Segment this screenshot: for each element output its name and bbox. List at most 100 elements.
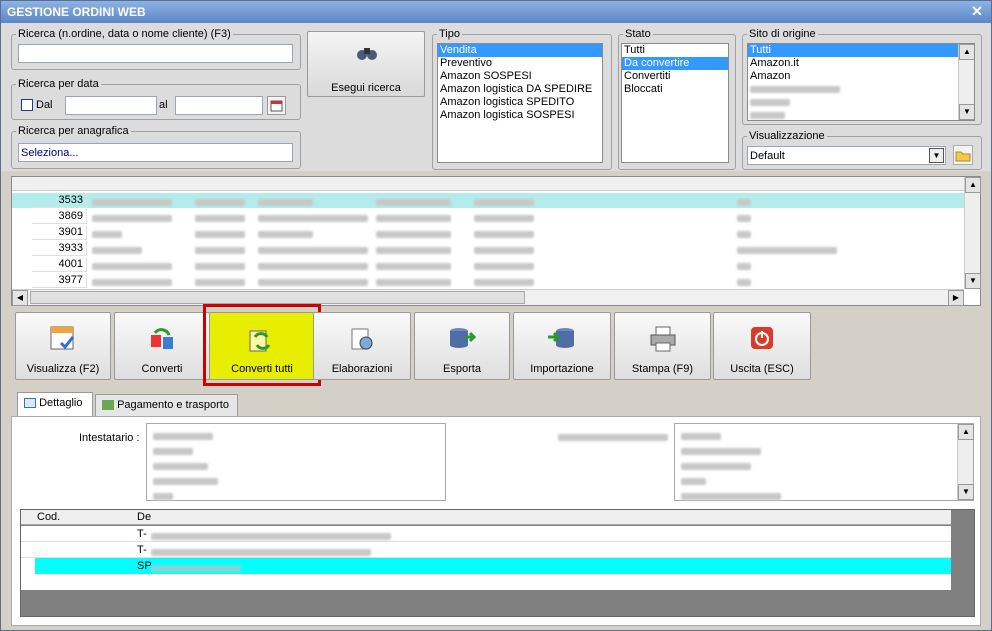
stato-item[interactable]: Bloccati [622,83,728,96]
redacted-row [92,276,752,288]
processing-button[interactable]: Elaborazioni [313,312,411,380]
tipo-item[interactable]: Amazon logistica SOSPESI [438,109,602,122]
horizontal-scrollbar[interactable]: ◀ ▶ [12,289,964,306]
redacted-row [92,260,752,272]
print-button[interactable]: Stampa (F9) [614,312,711,380]
tipo-item[interactable]: Amazon logistica SPEDITO [438,96,602,109]
import-icon [548,328,574,348]
scroll-right-icon[interactable]: ▶ [948,290,964,306]
sito-item[interactable]: Amazon.it [748,57,974,70]
sito-scrollbar[interactable]: ▲ ▼ [958,44,974,120]
calendar-icon[interactable] [267,96,286,115]
stato-item[interactable]: Convertiti [622,70,728,83]
processing-icon [351,328,373,350]
run-search-button[interactable]: Esegui ricerca [307,31,425,97]
search-input[interactable] [18,44,293,63]
sito-item-redacted [748,109,974,120]
detail-panel: Intestatario : ▲ ▼ Cod. De T- T- SP [11,416,981,626]
lines-grid: Cod. De T- T- SP [20,509,975,617]
sito-item-redacted [748,83,974,96]
convert-button[interactable]: Converti [114,312,210,380]
export-button[interactable]: Esporta [414,312,510,380]
holder-label: Intestatario : [79,432,140,444]
date-search-legend: Ricerca per data [18,78,99,90]
line-description: SP [137,560,152,572]
registry-select-field[interactable]: Seleziona... [18,143,293,162]
date-from-field[interactable] [65,96,157,115]
order-id[interactable]: 4001 [32,257,87,272]
scroll-thumb[interactable] [30,291,525,304]
stato-item[interactable]: Tutti [622,44,728,57]
shipping-address-box[interactable]: ▲ ▼ [674,423,974,501]
detail-icon [24,398,36,409]
scroll-down-icon[interactable]: ▼ [965,273,981,289]
shipping-scrollbar[interactable]: ▲ ▼ [957,424,974,500]
sito-listbox[interactable]: Tutti Amazon.it Amazon ▲ ▼ [747,43,975,121]
run-search-label: Esegui ricerca [331,82,401,94]
dal-checkbox[interactable] [21,99,33,111]
binoculars-icon [357,48,377,60]
exit-button[interactable]: Uscita (ESC) [713,312,811,380]
convert-all-button[interactable]: Converti tutti [209,312,315,380]
order-id[interactable]: 3977 [32,273,87,288]
stato-legend: Stato [625,28,651,40]
scroll-down-icon[interactable]: ▼ [958,484,974,500]
table-row[interactable]: SP [35,558,951,574]
convert-all-icon [249,330,271,352]
holder-address-box[interactable] [146,423,446,501]
al-label: al [159,99,168,111]
table-row[interactable]: T- [21,526,951,542]
tipo-item[interactable]: Amazon SOSPESI [438,70,602,83]
scroll-down-icon[interactable]: ▼ [959,104,974,120]
tipo-listbox[interactable]: Vendita Preventivo Amazon SOSPESI Amazon… [437,43,603,163]
tipo-item[interactable]: Amazon logistica DA SPEDIRE [438,83,602,96]
export-label: Esporta [443,363,481,375]
order-id[interactable]: 3533 [32,193,87,208]
tipo-item[interactable]: Preventivo [438,57,602,70]
tipo-item[interactable]: Vendita [438,44,602,57]
export-icon [450,328,477,348]
close-icon[interactable]: ✕ [969,3,985,19]
view-button[interactable]: Visualizza (F2) [15,312,111,380]
sito-item[interactable]: Tutti [748,44,958,57]
search-legend: Ricerca (n.ordine, data o nome cliente) … [18,28,231,40]
import-button[interactable]: Importazione [513,312,611,380]
stato-item[interactable]: Da convertire [622,57,728,70]
scroll-left-icon[interactable]: ◀ [12,290,28,306]
col-description: De [137,511,152,523]
sito-item-redacted [748,96,974,109]
payment-icon [102,400,114,411]
folder-icon[interactable] [953,145,973,165]
tab-dettaglio[interactable]: Dettaglio [17,392,93,417]
filter-panel: Ricerca (n.ordine, data o nome cliente) … [1,23,991,171]
table-row[interactable]: T- [21,542,951,558]
shipping-label-redacted [558,431,668,443]
grid-vertical-scrollbar[interactable]: ▲ ▼ [964,177,981,289]
order-id[interactable]: 3901 [32,225,87,240]
print-label: Stampa (F9) [631,363,694,375]
scroll-up-icon[interactable]: ▲ [958,424,974,440]
sito-legend: Sito di origine [749,28,816,40]
order-id[interactable]: 3933 [32,241,87,256]
convert-icon [151,328,173,349]
tab-pagamento-trasporto[interactable]: Pagamento e trasporto [95,394,238,416]
processing-label: Elaborazioni [331,363,393,375]
window-title: GESTIONE ORDINI WEB [7,5,146,19]
convert-all-label: Converti tutti [231,363,293,375]
date-to-field[interactable] [175,96,263,115]
print-icon [650,326,675,352]
lines-header: Cod. De [21,510,951,525]
visualizzazione-legend: Visualizzazione [749,130,825,142]
scroll-up-icon[interactable]: ▲ [965,177,981,193]
tab-dettaglio-label: Dettaglio [39,397,83,409]
stato-listbox[interactable]: Tutti Da convertire Convertiti Bloccati [621,43,729,163]
import-label: Importazione [530,363,594,375]
redacted-row [92,228,752,240]
tipo-legend: Tipo [439,28,460,40]
scroll-up-icon[interactable]: ▲ [959,44,974,60]
visualizzazione-select[interactable]: Default [747,146,946,165]
sito-item[interactable]: Amazon [748,70,974,83]
grid-header [12,177,964,191]
order-id[interactable]: 3869 [32,209,87,224]
chevron-down-icon[interactable]: ▼ [929,148,944,163]
